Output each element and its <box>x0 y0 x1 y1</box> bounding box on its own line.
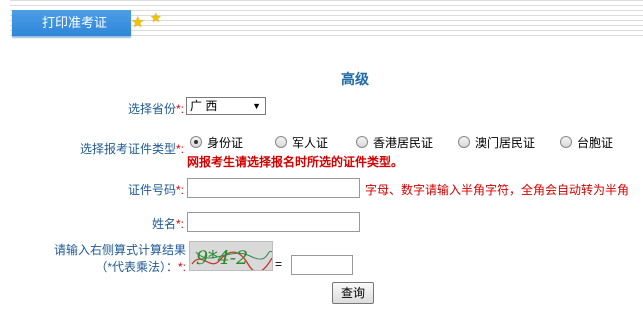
radio-button-icon[interactable] <box>560 136 572 148</box>
id-number-hint: 字母、数字请输入半角字符，全角会自动转为半角 <box>365 183 630 197</box>
id-number-label-text: 证件号码 <box>127 183 176 197</box>
required-mark: *: <box>177 260 186 274</box>
radio-button-icon[interactable] <box>458 136 470 148</box>
radio-label: 澳门居民证 <box>475 136 536 150</box>
captcha-label: 请输入右侧算式计算结果 （*代表乘法）：*: <box>40 242 186 276</box>
name-label-text: 姓名 <box>151 217 176 231</box>
id-type-label-text: 选择报考证件类型 <box>79 142 176 156</box>
page-title: 高级 <box>341 71 369 87</box>
star-icon: ★ <box>131 14 145 31</box>
query-button[interactable]: 查询 <box>332 282 374 304</box>
id-type-warning: 网报考生请选择报名时所选的证件类型。 <box>187 155 404 169</box>
tab-print-admission-ticket[interactable]: 打印准考证 <box>12 10 131 36</box>
captcha-noise: 9*4-2 <box>191 247 272 270</box>
radio-label: 香港居民证 <box>373 136 434 150</box>
required-mark: *: <box>175 217 184 231</box>
captcha-image[interactable]: 9*4-2 <box>189 241 273 271</box>
name-input[interactable] <box>187 212 360 232</box>
required-mark: *: <box>175 183 184 197</box>
captcha-label-line2: （*代表乘法）： <box>95 260 178 274</box>
required-mark: *: <box>175 102 184 116</box>
equals-sign: = <box>275 257 283 271</box>
captcha-text: 9*4-2 <box>196 247 248 269</box>
id-number-label: 证件号码*: <box>100 181 184 198</box>
province-label-text: 选择省份 <box>127 102 176 116</box>
province-select[interactable]: 广 西 ▼ <box>186 97 266 115</box>
radio-button-icon[interactable] <box>356 136 368 148</box>
radio-taiwan-id[interactable]: 台胞证 <box>560 134 613 151</box>
captcha-label-line1: 请输入右侧算式计算结果 <box>53 243 186 257</box>
radio-button-icon[interactable] <box>190 136 202 148</box>
radio-military-id[interactable]: 军人证 <box>275 134 328 151</box>
id-number-input[interactable] <box>187 178 360 198</box>
radio-button-icon[interactable] <box>275 136 287 148</box>
required-mark: *: <box>175 142 184 156</box>
radio-label: 台胞证 <box>577 136 614 150</box>
radio-macau-id[interactable]: 澳门居民证 <box>458 134 535 151</box>
star-icon: ★ <box>150 10 162 25</box>
radio-label: 军人证 <box>292 136 329 150</box>
radio-label: 身份证 <box>207 136 244 150</box>
name-label: 姓名*: <box>100 215 184 232</box>
radio-id-card[interactable]: 身份证 <box>190 134 243 151</box>
province-label: 选择省份*: <box>100 100 184 117</box>
captcha-answer-input[interactable] <box>291 255 353 275</box>
province-select-value: 广 西 <box>190 99 218 113</box>
dropdown-arrow-icon: ▼ <box>252 101 261 111</box>
radio-hongkong-id[interactable]: 香港居民证 <box>356 134 433 151</box>
top-bar-edge <box>0 0 10 40</box>
id-type-label: 选择报考证件类型*: <box>60 140 184 157</box>
